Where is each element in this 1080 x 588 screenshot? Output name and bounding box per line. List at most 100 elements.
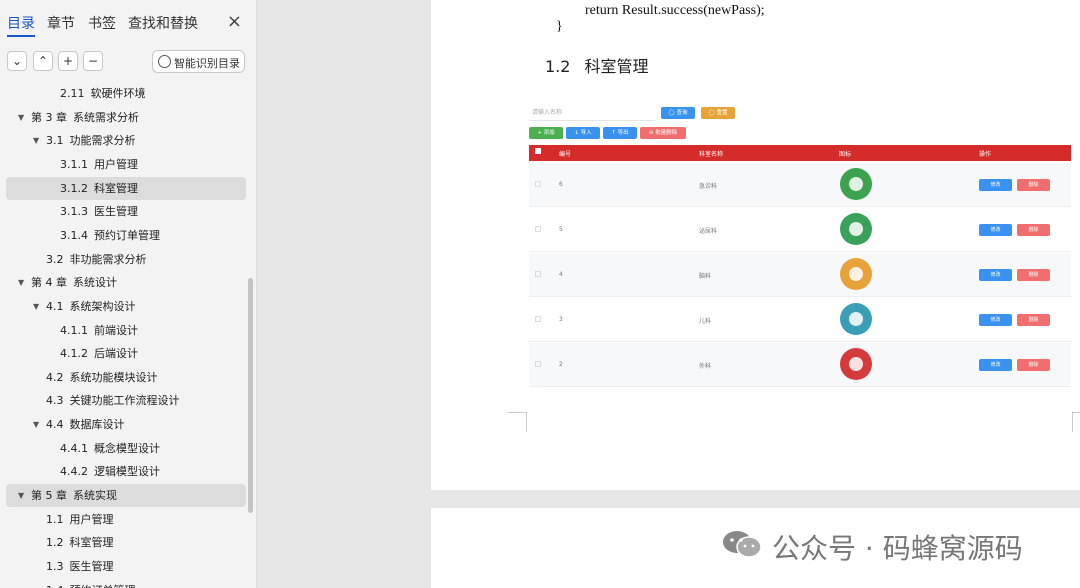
toc-item-label: 第 4 章系统设计 bbox=[31, 271, 117, 294]
expand-button[interactable]: ⌃ bbox=[33, 51, 53, 71]
toc-item[interactable]: ▼ 第 4 章系统设计 bbox=[6, 271, 246, 294]
expand-arrow-icon[interactable]: ▼ bbox=[33, 295, 39, 318]
tab-chapters[interactable]: 章节 bbox=[47, 13, 75, 33]
department-icon bbox=[840, 303, 872, 335]
toc-item[interactable]: 4.2 系统功能模块设计 bbox=[6, 366, 246, 389]
toc-item[interactable]: ▼ 4.1 系统架构设计 bbox=[6, 295, 246, 318]
scrollbar[interactable] bbox=[248, 278, 253, 513]
edit-button: 修改 bbox=[979, 314, 1012, 326]
toc-item[interactable]: 4.1.2 后端设计 bbox=[6, 342, 246, 365]
toc-item-number: 4.4.2 bbox=[60, 465, 88, 479]
toc-item-label: 2.11 软硬件环境 bbox=[60, 82, 146, 105]
tab-toc[interactable]: 目录 bbox=[7, 13, 35, 37]
toc-item[interactable]: ▼ 4.4 数据库设计 bbox=[6, 413, 246, 436]
toc-item-number: 3.1.1 bbox=[60, 157, 88, 171]
code-line: return Result.success(newPass); bbox=[585, 3, 765, 18]
page-corner-mark bbox=[1072, 412, 1080, 432]
expand-arrow-icon[interactable]: ▼ bbox=[33, 129, 39, 152]
toc-item[interactable]: 3.1.3 医生管理 bbox=[6, 200, 246, 223]
toc-item-number: 3.1.2 bbox=[60, 181, 88, 195]
smart-toc-button[interactable]: 智能识别目录 bbox=[152, 50, 245, 73]
expand-arrow-icon[interactable]: ▼ bbox=[18, 271, 24, 294]
toc-item-text: 医生管理 bbox=[94, 205, 138, 219]
toc-item-label: 3.1 功能需求分析 bbox=[46, 129, 136, 152]
add-heading-button[interactable]: + bbox=[58, 51, 78, 71]
toc-item[interactable]: ▼ 3.1 功能需求分析 bbox=[6, 129, 246, 152]
toc-item[interactable]: 1.2 科室管理 bbox=[6, 531, 246, 554]
table-row: 4 脑科 修改 删除 bbox=[529, 253, 1071, 297]
edit-button: 修改 bbox=[979, 224, 1012, 236]
add-button: + 添加 bbox=[529, 127, 563, 139]
close-icon[interactable]: × bbox=[227, 11, 242, 32]
row-id: 5 bbox=[559, 226, 563, 233]
page-corner-mark bbox=[507, 412, 527, 432]
toc-item[interactable]: 3.1.2 科室管理 bbox=[6, 176, 246, 200]
toc-item-text: 用户管理 bbox=[69, 512, 114, 526]
row-id: 6 bbox=[559, 181, 563, 188]
toc-item-number: 4.3 bbox=[46, 394, 64, 408]
toc-item[interactable]: 3.2 非功能需求分析 bbox=[6, 248, 246, 271]
toc-item-label: 4.4.1 概念模型设计 bbox=[60, 437, 160, 460]
row-id: 3 bbox=[559, 316, 563, 323]
expand-arrow-icon[interactable]: ▼ bbox=[33, 413, 39, 436]
edit-button: 修改 bbox=[979, 179, 1012, 191]
toc-item-number: 4.4 bbox=[46, 418, 64, 432]
toc-item-label: 4.4 数据库设计 bbox=[46, 413, 125, 436]
toc-item-text: 医生管理 bbox=[69, 560, 114, 573]
toc-item-number: 3.1.3 bbox=[60, 205, 88, 219]
department-icon bbox=[840, 168, 872, 200]
toc-item[interactable]: 4.3 关键功能工作流程设计 bbox=[6, 389, 246, 412]
smart-icon bbox=[158, 55, 171, 68]
toc-item[interactable]: ▼ 第 5 章系统实现 bbox=[6, 484, 246, 508]
toc-item[interactable]: 1.3 医生管理 bbox=[6, 555, 246, 578]
edit-button: 修改 bbox=[979, 359, 1012, 371]
row-checkbox bbox=[535, 271, 541, 277]
row-name: 儿科 bbox=[699, 318, 712, 325]
tab-bookmarks[interactable]: 书签 bbox=[88, 13, 116, 33]
tab-find-replace[interactable]: 查找和替换 bbox=[128, 13, 198, 33]
search-input: 请输入名称 bbox=[529, 107, 655, 121]
edit-button: 修改 bbox=[979, 269, 1012, 281]
toc-list: 2.11 软硬件环境 ▼ 第 3 章系统需求分析 ▼ 3.1 功能需求分析 3.1.1 用户管理… bbox=[6, 82, 246, 588]
toc-item-label: 1.1 用户管理 bbox=[46, 508, 114, 531]
row-checkbox bbox=[535, 181, 541, 187]
expand-arrow-icon[interactable]: ▼ bbox=[18, 484, 24, 507]
toc-item-label: 3.2 非功能需求分析 bbox=[46, 248, 147, 271]
toc-item-number: 3.1 bbox=[46, 134, 64, 148]
toc-item[interactable]: 1.4 预约订单管理 bbox=[6, 579, 246, 588]
toc-item-text: 概念模型设计 bbox=[94, 441, 160, 455]
toc-item-number: 3.2 bbox=[46, 252, 64, 266]
row-checkbox bbox=[535, 361, 541, 367]
toc-item[interactable]: ▼ 第 3 章系统需求分析 bbox=[6, 106, 246, 129]
code-brace: } bbox=[556, 19, 563, 34]
toc-item-number: 4.4.1 bbox=[60, 441, 88, 455]
page: return Result.success(newPass); } 1.2 科室管… bbox=[431, 0, 1080, 490]
query-button: ◯ 查询 bbox=[661, 107, 695, 119]
toc-item[interactable]: 1.1 用户管理 bbox=[6, 508, 246, 531]
toc-item[interactable]: 4.1.1 前端设计 bbox=[6, 319, 246, 342]
toc-item-text: 系统架构设计 bbox=[69, 299, 136, 313]
expand-arrow-icon[interactable]: ▼ bbox=[18, 106, 24, 129]
toc-item[interactable]: 3.1.1 用户管理 bbox=[6, 153, 246, 176]
delete-button: 删除 bbox=[1017, 179, 1050, 191]
row-id: 2 bbox=[559, 361, 563, 368]
toc-item[interactable]: 4.4.1 概念模型设计 bbox=[6, 437, 246, 460]
watermark-text: 公众号 · 码蜂窝源码 bbox=[772, 532, 1023, 565]
toc-item[interactable]: 2.11 软硬件环境 bbox=[6, 82, 246, 105]
remove-heading-button[interactable]: − bbox=[83, 51, 103, 71]
toc-item-label: 3.1.3 医生管理 bbox=[60, 200, 138, 223]
toc-item-text: 科室管理 bbox=[94, 181, 138, 195]
embedded-screenshot: 请输入名称 ◯ 查询 ◯ 重置 + 添加 ↓ 导入 ↑ 导出 ⊖ 批量删除 编号… bbox=[529, 105, 1071, 387]
toc-item[interactable]: 3.1.4 预约订单管理 bbox=[6, 224, 246, 247]
delete-button: 删除 bbox=[1017, 359, 1050, 371]
toc-item-number: 4.2 bbox=[46, 370, 64, 384]
table-row: 2 外科 修改 删除 bbox=[529, 343, 1071, 387]
export-button: ↑ 导出 bbox=[603, 127, 637, 139]
import-button: ↓ 导入 bbox=[566, 127, 600, 139]
toc-item[interactable]: 4.4.2 逻辑模型设计 bbox=[6, 460, 246, 483]
toc-item-text: 关键功能工作流程设计 bbox=[69, 394, 180, 408]
toc-item-text: 数据库设计 bbox=[69, 418, 125, 432]
collapse-button[interactable]: ⌄ bbox=[7, 51, 27, 71]
toc-item-label: 4.2 系统功能模块设计 bbox=[46, 366, 158, 389]
row-id: 4 bbox=[559, 271, 563, 278]
